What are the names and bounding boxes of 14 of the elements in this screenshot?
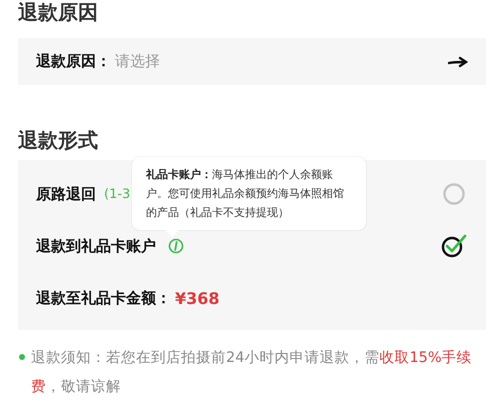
option-label: 退款到礼品卡账户 xyxy=(36,236,156,256)
checked-radio-icon[interactable] xyxy=(440,232,468,260)
reason-select[interactable]: 退款原因： 请选择 xyxy=(18,38,486,85)
section-title: 退款形式 xyxy=(18,128,99,152)
arrow-icon xyxy=(448,56,468,68)
amount-value: ¥368 xyxy=(175,288,220,308)
section-title: 退款原因 xyxy=(18,0,99,24)
option-label: 原路退回 xyxy=(36,184,96,204)
refund-notice: 退款须知：若您在到店拍摄前24小时内申请退款，需收取15%手续费，敬请谅解 xyxy=(31,348,473,397)
option-note: (1-3 xyxy=(104,186,130,202)
tooltip-text: 礼品卡账户：海马体推出的个人余额账户。您可使用礼品余额预约海马体照相馆的产品（礼品卡不支持提现） xyxy=(146,167,345,221)
info-icon[interactable] xyxy=(168,238,184,254)
bullet-dot-icon xyxy=(19,354,25,360)
amount-label: 退款至礼品卡金额： xyxy=(36,288,171,308)
